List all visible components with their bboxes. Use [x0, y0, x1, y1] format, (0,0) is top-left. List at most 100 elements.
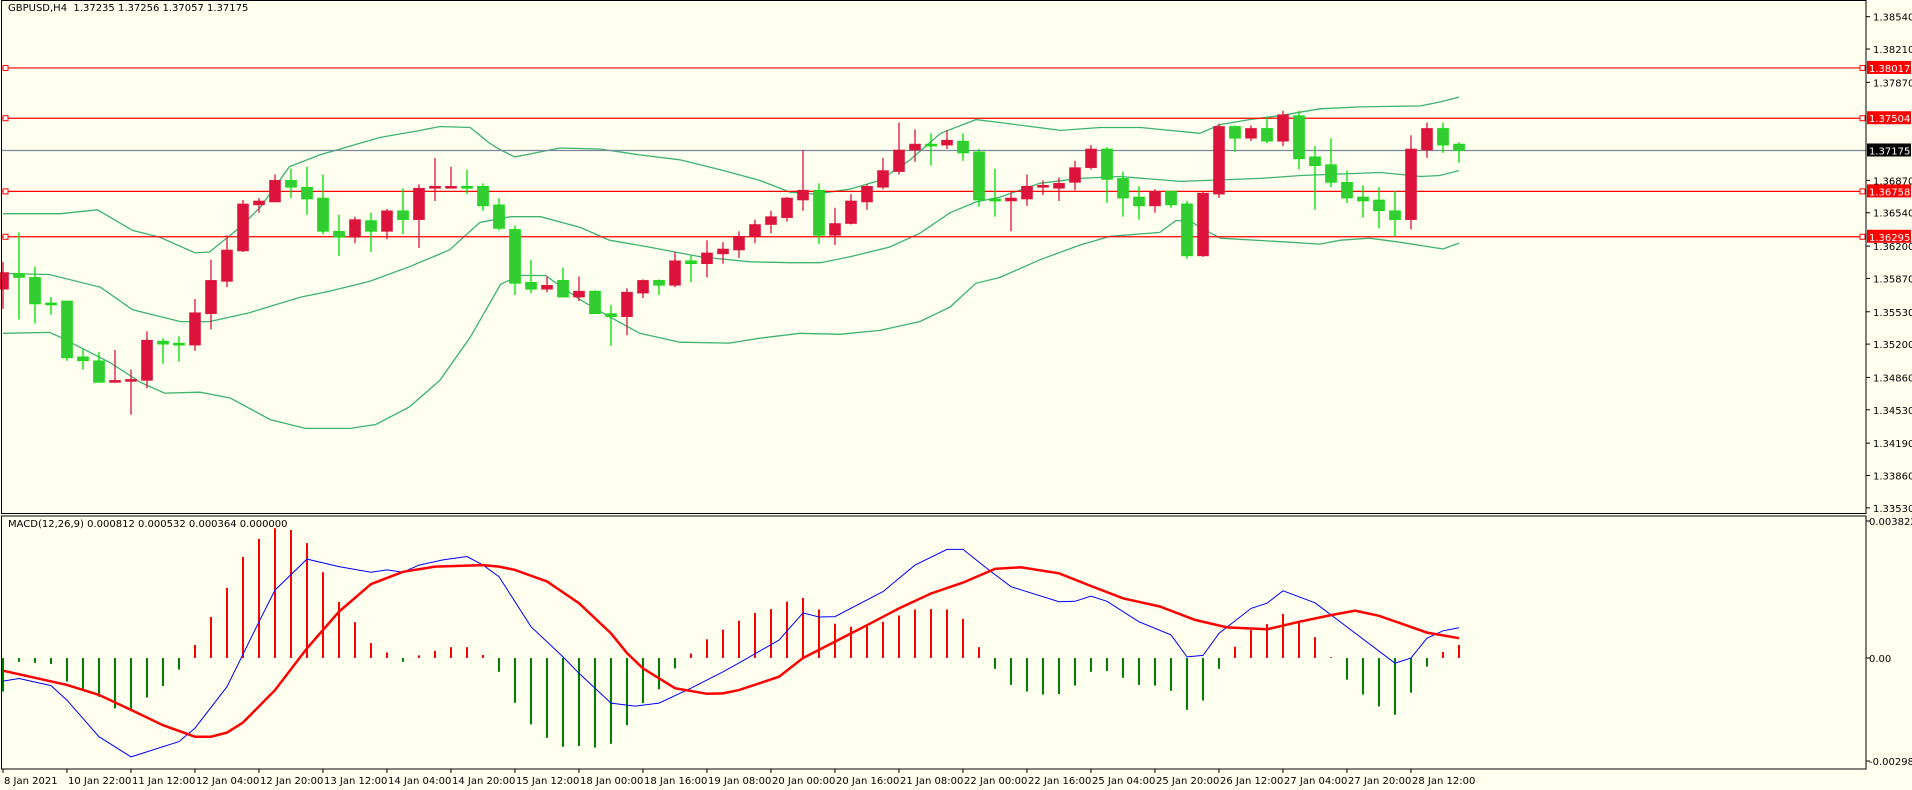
candle-body	[989, 198, 1001, 202]
price-tick-label: 1.34860	[1873, 373, 1912, 384]
time-tick-label: 19 Jan 08:00	[708, 776, 771, 787]
level-handle-left[interactable]	[2, 64, 9, 71]
candle-body	[1021, 185, 1033, 200]
price-tick-label: 1.34190	[1873, 439, 1912, 450]
candle-body	[1069, 167, 1081, 183]
candle[interactable]	[237, 200, 249, 252]
candle-body	[125, 379, 137, 382]
candle-body	[77, 356, 89, 362]
candle-body	[29, 277, 41, 305]
candle-body	[1357, 196, 1369, 202]
price-tick-label: 1.34530	[1873, 406, 1912, 417]
candle[interactable]	[61, 300, 73, 361]
candle-body	[573, 290, 585, 298]
candle[interactable]	[1277, 110, 1289, 147]
candle-body	[957, 140, 969, 154]
time-tick-label: 14 Jan 20:00	[452, 776, 515, 787]
price-tick-label: 1.36870	[1873, 176, 1912, 187]
price-tick-label: 1.35870	[1873, 274, 1912, 285]
time-tick-label: 27 Jan 20:00	[1348, 776, 1411, 787]
candle-body	[173, 342, 185, 346]
candle[interactable]	[141, 331, 153, 389]
candle-body	[1165, 190, 1177, 206]
candle-body	[61, 300, 73, 359]
candle[interactable]	[813, 183, 825, 245]
time-tick-label: 20 Jan 16:00	[836, 776, 899, 787]
candle-body	[1293, 115, 1305, 160]
time-tick-label: 25 Jan 20:00	[1156, 776, 1219, 787]
candle-body	[1405, 148, 1417, 220]
candle-body	[269, 180, 281, 203]
candle[interactable]	[1405, 135, 1417, 230]
time-tick-label: 20 Jan 00:00	[772, 776, 835, 787]
time-tick-label: 11 Jan 12:00	[132, 776, 195, 787]
candle-body	[93, 360, 105, 383]
candle-body	[1261, 128, 1273, 142]
time-tick-label: 12 Jan 04:00	[196, 776, 259, 787]
candle-body	[925, 143, 937, 147]
candle-body	[653, 280, 665, 286]
candle-body	[781, 197, 793, 218]
candle-body	[845, 200, 857, 224]
level-handle-right[interactable]	[1859, 233, 1866, 240]
candle-body	[413, 187, 425, 220]
candle-body	[189, 312, 201, 346]
price-tick-label: 1.38540	[1873, 13, 1912, 24]
candle-body	[525, 282, 537, 290]
level-handle-right[interactable]	[1859, 188, 1866, 195]
candle-body	[221, 249, 233, 282]
candle[interactable]	[1085, 145, 1097, 170]
candle-body	[1197, 192, 1209, 257]
level-price-label: 1.37504	[1869, 114, 1910, 125]
candle-body	[797, 189, 809, 201]
level-handle-left[interactable]	[2, 188, 9, 195]
candle-body	[1373, 199, 1385, 212]
candle[interactable]	[1181, 200, 1193, 259]
level-handle-left[interactable]	[2, 115, 9, 122]
candle-body	[765, 216, 777, 225]
candle-body	[461, 185, 473, 189]
candle-body	[621, 291, 633, 317]
level-handle-right[interactable]	[1859, 64, 1866, 71]
chart-canvas[interactable]: 1.380171.375041.367581.362951.385401.382…	[0, 0, 1912, 790]
candle[interactable]	[973, 149, 985, 207]
candle-body	[253, 200, 265, 206]
candle[interactable]	[1213, 123, 1225, 199]
macd-tick-label: 0.00	[1869, 654, 1891, 665]
candle[interactable]	[589, 290, 601, 315]
candle-body	[493, 204, 505, 229]
candle-body	[1309, 156, 1321, 166]
candle-body	[381, 210, 393, 232]
candle-body	[909, 143, 921, 151]
level-handle-left[interactable]	[2, 233, 9, 240]
candle-body	[813, 189, 825, 236]
candle-body	[733, 235, 745, 251]
candle-body	[1053, 183, 1065, 189]
time-tick-label: 28 Jan 12:00	[1412, 776, 1475, 787]
candle-body	[205, 280, 217, 315]
candle-body	[1277, 114, 1289, 142]
level-handle-right[interactable]	[1859, 115, 1866, 122]
candle-body	[861, 185, 873, 203]
macd-tick-label: -0.002986	[1869, 757, 1912, 768]
symbol-info-label: GBPUSD,H4 1.37235 1.37256 1.37057 1.3717…	[8, 3, 249, 14]
candle-body	[237, 203, 249, 252]
candle[interactable]	[1197, 192, 1209, 257]
candle-body	[1213, 126, 1225, 195]
candle-body	[349, 219, 361, 238]
candle-body	[1037, 184, 1049, 188]
candle-body	[1149, 190, 1161, 207]
candle-body	[589, 290, 601, 315]
time-tick-label: 22 Jan 00:00	[964, 776, 1027, 787]
candle-body	[429, 185, 441, 189]
price-tick-label: 1.38210	[1873, 45, 1912, 56]
candle-body	[893, 149, 905, 172]
time-tick-label: 26 Jan 12:00	[1220, 776, 1283, 787]
candle-body	[1133, 196, 1145, 207]
macd-tick-label: 0.003822	[1869, 517, 1912, 528]
candle-body	[829, 223, 841, 236]
time-tick-label: 22 Jan 16:00	[1028, 776, 1091, 787]
candle-body	[397, 210, 409, 220]
time-tick-label: 21 Jan 08:00	[900, 776, 963, 787]
candle[interactable]	[781, 197, 793, 222]
